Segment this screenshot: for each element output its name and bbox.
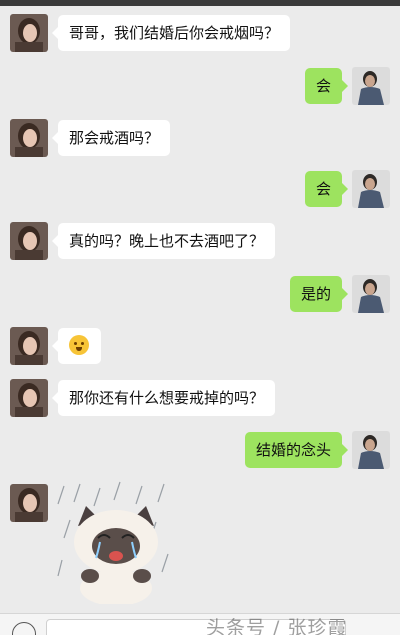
crying-cat-icon: [56, 480, 176, 604]
girl-avatar-icon: [10, 222, 48, 260]
man-avatar-icon: [352, 170, 390, 208]
girl-avatar-icon: [10, 119, 48, 157]
avatar-him[interactable]: [352, 431, 390, 469]
message-text: 真的吗？晚上也不去酒吧了？: [69, 232, 265, 250]
avatar-her[interactable]: [10, 327, 48, 365]
girl-avatar-icon: [10, 327, 48, 365]
chat-message-list[interactable]: 哥哥，我们结婚后你会戒烟吗？ 会 那会戒酒吗？ 会 真的吗？晚上也不去酒吧了？ …: [0, 0, 400, 635]
girl-avatar-icon: [10, 379, 48, 417]
watermark: 头条号 / 张珍霞: [206, 617, 348, 635]
girl-avatar-icon: [10, 484, 48, 522]
avatar-her[interactable]: [10, 14, 48, 52]
message-text: 那会戒酒吗？: [69, 129, 160, 147]
avatar-him[interactable]: [352, 67, 390, 105]
message-bubble-incoming[interactable]: 真的吗？晚上也不去酒吧了？: [51, 223, 276, 259]
smile-emoji-icon: [69, 335, 89, 355]
voice-input-icon[interactable]: [12, 622, 36, 635]
man-avatar-icon: [352, 275, 390, 313]
message-bubble-incoming[interactable]: 那你还有什么想要戒掉的吗？: [51, 380, 276, 416]
girl-avatar-icon: [10, 14, 48, 52]
message-text: 是的: [300, 285, 331, 303]
crying-cat-sticker[interactable]: [56, 480, 176, 604]
message-text: 会: [315, 77, 331, 95]
message-bubble-outgoing[interactable]: 会: [304, 171, 349, 207]
message-bubble-incoming[interactable]: 那会戒酒吗？: [51, 120, 171, 156]
message-bubble-outgoing[interactable]: 是的: [289, 276, 349, 312]
message-bubble-incoming[interactable]: [52, 328, 101, 364]
message-text: 哥哥，我们结婚后你会戒烟吗？: [69, 24, 280, 42]
message-bubble-outgoing[interactable]: 结婚的念头: [244, 432, 349, 468]
avatar-him[interactable]: [352, 275, 390, 313]
avatar-her[interactable]: [10, 484, 48, 522]
avatar-her[interactable]: [10, 119, 48, 157]
man-avatar-icon: [352, 431, 390, 469]
avatar-her[interactable]: [10, 379, 48, 417]
message-text: 结婚的念头: [255, 441, 331, 459]
avatar-her[interactable]: [10, 222, 48, 260]
message-bubble-outgoing[interactable]: 会: [304, 68, 349, 104]
message-text: 会: [315, 180, 331, 198]
message-text: 那你还有什么想要戒掉的吗？: [69, 389, 265, 407]
message-bubble-incoming[interactable]: 哥哥，我们结婚后你会戒烟吗？: [51, 15, 291, 51]
avatar-him[interactable]: [352, 170, 390, 208]
man-avatar-icon: [352, 67, 390, 105]
